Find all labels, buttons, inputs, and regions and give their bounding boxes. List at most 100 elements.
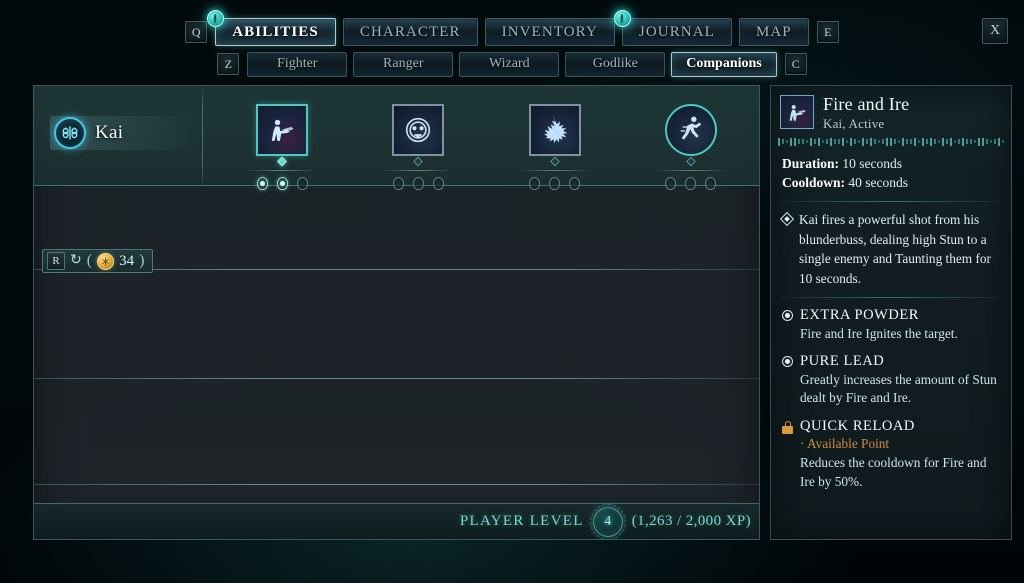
respec-paren-open: ( [86, 252, 93, 269]
ability-icon[interactable] [256, 104, 309, 156]
perk-unlocked-icon [782, 310, 793, 322]
ability-rank-rail [382, 170, 455, 171]
subtab-godlike[interactable]: Godlike [565, 51, 666, 77]
subtab-wizard[interactable]: Wizard [459, 51, 560, 77]
subtab-fighter[interactable]: Fighter [247, 51, 348, 77]
ability-node-connector [392, 156, 444, 169]
tab-label: ABILITIES [232, 23, 319, 40]
ability-icon[interactable] [392, 104, 445, 156]
ornament-glyph [850, 137, 852, 146]
sub-nav-bar: Z Fighter Ranger Wizard Godlike Companions C [0, 50, 1024, 78]
subtab-label: Wizard [488, 56, 530, 71]
tab-label: MAP [755, 23, 792, 40]
ornament-glyph [886, 137, 888, 146]
perk-entry[interactable]: EXTRA POWDER Fire and Ire Ignites the tar… [782, 306, 999, 343]
character-name: Kai [95, 122, 124, 143]
ornament-glyph [938, 140, 940, 143]
ornament-glyph [802, 139, 804, 144]
perk-entry[interactable]: PURE LEAD Greatly increases the amount of… [782, 352, 999, 408]
ornament-glyph [790, 137, 792, 146]
detail-stat-row: Cooldown: 40 seconds [782, 173, 999, 192]
ability-icon[interactable] [664, 104, 717, 156]
respec-key-hint: R [47, 252, 65, 270]
player-level-bar: PLAYER LEVEL 4 (1,263 / 2,000 XP) [34, 503, 759, 539]
perk-name: PURE LEAD [800, 353, 885, 370]
tree-row-divider [34, 484, 759, 485]
ornament-glyph [882, 139, 884, 144]
diamond-bullet-icon [782, 214, 792, 224]
ornament-glyph [962, 137, 964, 146]
tab-abilities[interactable]: ! ABILITIES [207, 10, 336, 46]
character-sigil-icon [54, 117, 86, 149]
character-header: Kai [34, 86, 759, 190]
ornament-glyph [1002, 140, 1004, 143]
ability-tree-body [34, 186, 759, 499]
perk-description: Fire and Ire Ignites the target. [800, 325, 958, 341]
ability-rank-rail [518, 170, 591, 171]
detail-ability-icon [780, 95, 814, 129]
subnav-prev-key-hint: Z [217, 53, 240, 75]
ornament-glyph [910, 139, 912, 144]
ornament-glyph [954, 140, 956, 143]
ability-node-connector [256, 156, 308, 169]
subtab-ranger[interactable]: Ranger [353, 51, 454, 77]
detail-description-entry: Kai fires a powerful shot from his blund… [782, 210, 999, 288]
sub-tabs: Fighter Ranger Wizard Godlike Companions [247, 51, 777, 77]
detail-ornament-divider [777, 137, 1005, 146]
gold-coin-icon [97, 252, 115, 270]
perk-entry[interactable]: QUICK RELOAD · Available Point Reduces the… [782, 417, 999, 491]
ability-detail-panel: Fire and Ire Kai, Active Duration: 10 se… [770, 85, 1012, 540]
main-tabs: ! ABILITIES CHARACTER INVENTORY ! JOURNAL MAP [207, 10, 809, 46]
main-nav-bar: Q ! ABILITIES CHARACTER INVENTORY ! JOURNAL MA… [0, 10, 1024, 48]
detail-perk-list: EXTRA POWDER Fire and Ire Ignites the tar… [782, 306, 999, 491]
ornament-glyph [990, 140, 992, 143]
detail-description-text: Kai fires a powerful shot from his blund… [799, 212, 991, 286]
ability-rank-rail [654, 170, 727, 171]
detail-ability-name: Fire and Ire [823, 94, 910, 114]
detail-stat-value: 10 seconds [842, 156, 902, 171]
ornament-glyph [854, 139, 856, 144]
ability-slot[interactable] [214, 104, 350, 190]
ability-icon[interactable] [528, 104, 581, 156]
ornament-glyph [782, 139, 784, 144]
ornament-glyph [806, 140, 808, 143]
notification-badge-icon: ! [207, 10, 225, 27]
ornament-glyph [814, 139, 816, 144]
nav-prev-key-hint: Q [185, 21, 208, 43]
detail-header: Fire and Ire Kai, Active [771, 86, 1011, 134]
ornament-glyph [974, 140, 976, 143]
available-point-label: · Available Point [800, 436, 890, 452]
tab-label: INVENTORY [501, 23, 598, 40]
ornament-glyph [926, 139, 928, 144]
tab-character[interactable]: CHARACTER [342, 18, 478, 46]
tab-inventory[interactable]: INVENTORY [484, 18, 615, 46]
detail-stat-row: Duration: 10 seconds [782, 154, 999, 173]
tab-journal[interactable]: ! JOURNAL [613, 10, 732, 46]
ability-slot[interactable] [487, 104, 623, 190]
tab-label: CHARACTER [359, 23, 461, 40]
player-xp-value: (1,263 / 2,000 XP) [631, 513, 751, 529]
subtab-label: Companions [686, 56, 762, 71]
ornament-glyph [934, 139, 936, 144]
ornament-glyph [950, 137, 952, 146]
respec-control[interactable]: R ↻ ( 34 ) [42, 249, 154, 273]
subtab-companions[interactable]: Companions [671, 51, 777, 77]
ornament-glyph [994, 139, 996, 144]
ornament-glyph [902, 137, 904, 146]
subtab-label: Fighter [277, 56, 318, 71]
ability-slot[interactable] [623, 104, 759, 190]
ornament-glyph [946, 139, 948, 144]
lock-icon [782, 421, 793, 435]
tab-map[interactable]: MAP [738, 18, 809, 46]
ornament-glyph [810, 137, 812, 146]
ability-slot[interactable] [350, 104, 486, 190]
perk-name: EXTRA POWDER [800, 307, 919, 324]
ornament-glyph [958, 139, 960, 144]
nav-next-key-hint: E [816, 21, 839, 43]
ornament-glyph [794, 137, 796, 146]
ability-node-connector [665, 156, 717, 169]
character-selector[interactable]: Kai [50, 116, 198, 150]
perk-description: Greatly increases the amount of Stun dea… [800, 371, 997, 406]
ornament-glyph [838, 139, 840, 144]
close-menu-key-hint[interactable]: X [982, 18, 1008, 44]
